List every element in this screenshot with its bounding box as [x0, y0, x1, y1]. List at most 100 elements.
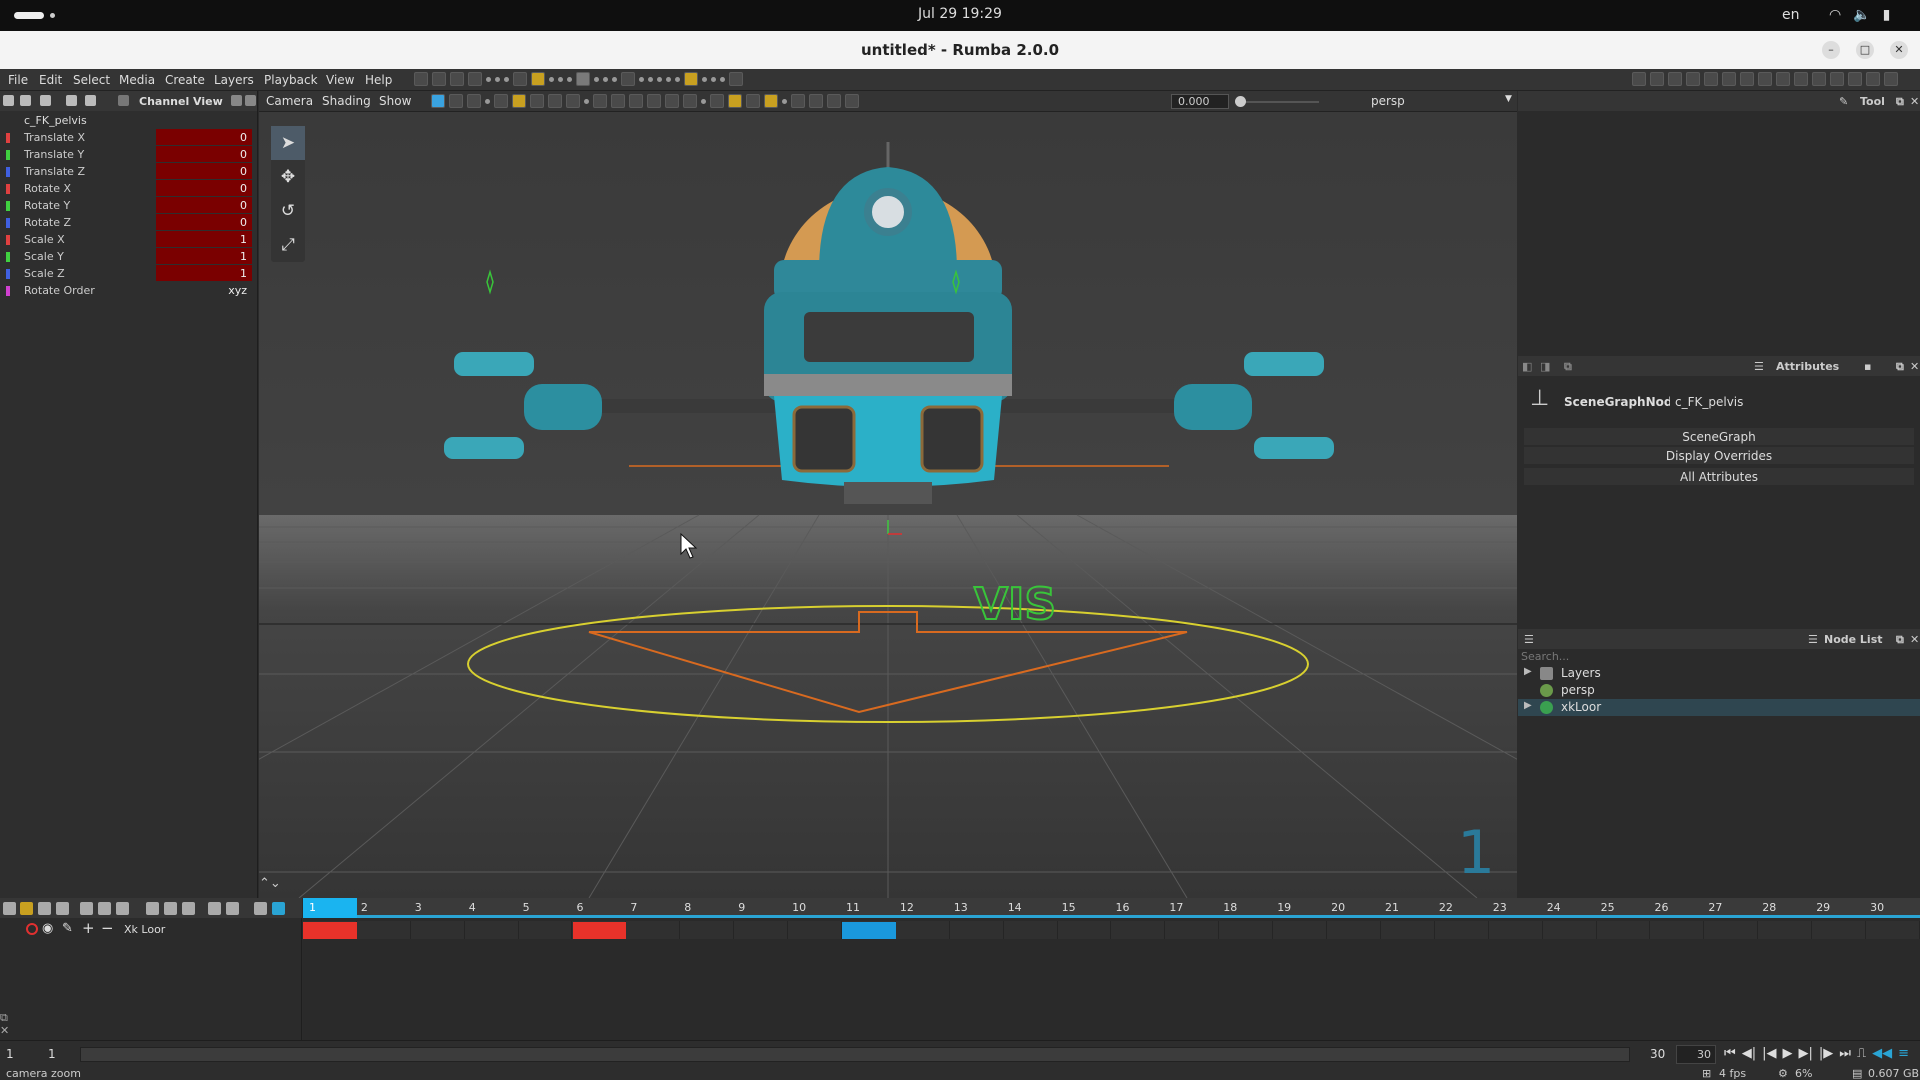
frame-cell[interactable] — [788, 921, 842, 939]
range-end-field[interactable]: 30 — [1676, 1045, 1716, 1064]
float-panel-icon[interactable]: ⧉ — [1896, 360, 1904, 374]
undo-history-icon[interactable] — [513, 72, 527, 86]
timeline-tick-label[interactable]: 24 — [1547, 901, 1561, 914]
keyboard-language[interactable]: en — [1782, 7, 1800, 23]
add-layer-icon[interactable] — [20, 902, 33, 915]
channel-value-field[interactable]: 0 — [156, 129, 252, 145]
timeline-tick-label[interactable]: 22 — [1439, 901, 1453, 914]
audio-icon[interactable]: ◀◀ — [1872, 1046, 1892, 1061]
frame-cell[interactable] — [734, 921, 789, 939]
node-list-item-layers[interactable]: ▶ Layers — [1518, 665, 1920, 682]
channel-row[interactable]: Translate Z 0 — [0, 163, 257, 180]
back-icon[interactable]: ◧ — [1522, 360, 1532, 373]
minimize-button[interactable]: – — [1822, 41, 1840, 59]
forward-icon[interactable]: ◨ — [1540, 360, 1550, 373]
shaded-icon[interactable] — [566, 94, 580, 108]
channel-row[interactable]: Scale X 1 — [0, 231, 257, 248]
frame-cell[interactable] — [465, 921, 519, 939]
channel-row[interactable]: Rotate X 0 — [0, 180, 257, 197]
timeline-tick-label[interactable]: 16 — [1116, 901, 1130, 914]
channel-value-field[interactable]: 1 — [156, 248, 252, 264]
float-panel-icon[interactable]: ⧉ — [1896, 95, 1904, 109]
viewport-menu-show[interactable]: Show — [379, 94, 411, 108]
document-icon[interactable] — [66, 95, 77, 106]
node-list-menu-icon[interactable]: ☰ — [1524, 633, 1534, 646]
wireframe-icon[interactable] — [548, 94, 562, 108]
step-forward-icon[interactable]: ▶| — [1798, 1046, 1812, 1061]
save-icon[interactable] — [432, 72, 446, 86]
picker-icon[interactable] — [1740, 72, 1754, 86]
timeline-tick-label[interactable]: 18 — [1223, 901, 1237, 914]
frame-cell[interactable] — [950, 921, 1004, 939]
timeline-tick-label[interactable]: 28 — [1762, 901, 1776, 914]
close-panel-icon[interactable]: ✕ — [1910, 633, 1919, 646]
lock-icon[interactable] — [449, 94, 463, 108]
channel-value-field[interactable]: 1 — [156, 231, 252, 247]
3d-viewport[interactable]: VIS ➤ ✥ ↺ ⤢ 1 ⌃⌄ — [259, 112, 1517, 898]
menu-help[interactable]: Help — [365, 73, 392, 87]
list-icon[interactable] — [1668, 72, 1682, 86]
frame-cell[interactable] — [1866, 921, 1920, 939]
float-panel-icon[interactable] — [231, 95, 242, 106]
rig-tool-icon[interactable] — [531, 72, 545, 86]
settings-gear-icon[interactable] — [621, 72, 635, 86]
timeline-tick-label[interactable]: 17 — [1169, 901, 1183, 914]
timeline-tick-label[interactable]: 9 — [738, 901, 745, 914]
menu-playback[interactable]: Playback — [264, 73, 318, 87]
frame-cell[interactable] — [1058, 921, 1112, 939]
frame-cell[interactable] — [1381, 921, 1435, 939]
close-panel-icon[interactable]: ✕ — [1910, 95, 1919, 108]
frame-cell[interactable] — [626, 921, 681, 939]
channel-row[interactable]: Translate Y 0 — [0, 146, 257, 163]
vis-control-label[interactable]: VIS — [973, 578, 1057, 631]
mute-icon[interactable] — [80, 902, 93, 915]
frame-cell[interactable] — [357, 921, 411, 939]
panel-restore-icon[interactable]: ⧉ — [0, 1011, 8, 1025]
frame-cell[interactable] — [896, 921, 950, 939]
channel-row[interactable]: Rotate Order xyz — [0, 282, 257, 299]
keyframe-block[interactable] — [572, 922, 627, 939]
range-scrollbar[interactable] — [80, 1047, 1630, 1062]
channel-value-field[interactable]: 0 — [156, 214, 252, 230]
layer-key-icon[interactable] — [26, 923, 38, 935]
layer-name[interactable]: Xk Loor — [124, 923, 165, 936]
swap-icon[interactable] — [827, 94, 841, 108]
render-icon[interactable] — [1848, 72, 1862, 86]
bone-icon[interactable] — [1704, 72, 1718, 86]
scale-tool-icon[interactable]: ⤢ — [271, 228, 305, 262]
previous-key-icon[interactable]: ◀| — [1742, 1046, 1756, 1061]
undo-icon[interactable] — [450, 72, 464, 86]
menu-layers[interactable]: Layers — [214, 73, 254, 87]
channel-row[interactable]: Scale Z 1 — [0, 265, 257, 282]
maximize-button[interactable]: □ — [1856, 41, 1874, 59]
layer-visibility-icon[interactable]: ◉ — [42, 921, 53, 936]
dropdown-arrow-icon[interactable] — [729, 72, 743, 86]
light-icon[interactable] — [512, 94, 526, 108]
wrench-icon[interactable] — [1758, 72, 1772, 86]
menu-file[interactable]: File — [8, 73, 28, 87]
keyframe-block[interactable] — [842, 922, 896, 939]
key-track[interactable] — [303, 921, 1920, 939]
system-tray[interactable]: ◠ 🔈 ▮ — [1829, 7, 1890, 23]
timeline-ruler[interactable]: 1 2 3 4 5 6 7 8 9 10 11 12 13 14 15 16 17 18 19 20 21 22 23 24 2… — [303, 898, 1920, 918]
frame-cell[interactable] — [1219, 921, 1274, 939]
timeline-tick-label[interactable]: 8 — [684, 901, 691, 914]
playback-start-field[interactable]: 1 — [48, 1047, 56, 1061]
frame-cell[interactable] — [1704, 921, 1759, 939]
folder-icon[interactable] — [38, 902, 51, 915]
expand-collapse-arrows-icon[interactable]: ⌃⌄ — [259, 876, 281, 891]
frame-cell[interactable] — [411, 921, 465, 939]
channel-value-field[interactable]: xyz — [156, 282, 252, 298]
viewport-menu-camera[interactable]: Camera — [266, 94, 313, 108]
gear-icon[interactable] — [164, 902, 177, 915]
step-back-icon[interactable]: |◀ — [1762, 1046, 1776, 1061]
path-icon[interactable] — [809, 94, 823, 108]
timeline-tick-label[interactable]: 6 — [577, 901, 584, 914]
layers-icon[interactable] — [1686, 72, 1700, 86]
gear-icon[interactable] — [3, 95, 14, 106]
channel-value-field[interactable]: 0 — [156, 163, 252, 179]
camera-dropdown-icon[interactable]: ▼ — [1505, 94, 1512, 104]
frame-cell[interactable] — [1758, 921, 1813, 939]
play-icon[interactable]: ▶ — [1782, 1046, 1792, 1061]
timeline-tick-label[interactable]: 19 — [1277, 901, 1291, 914]
